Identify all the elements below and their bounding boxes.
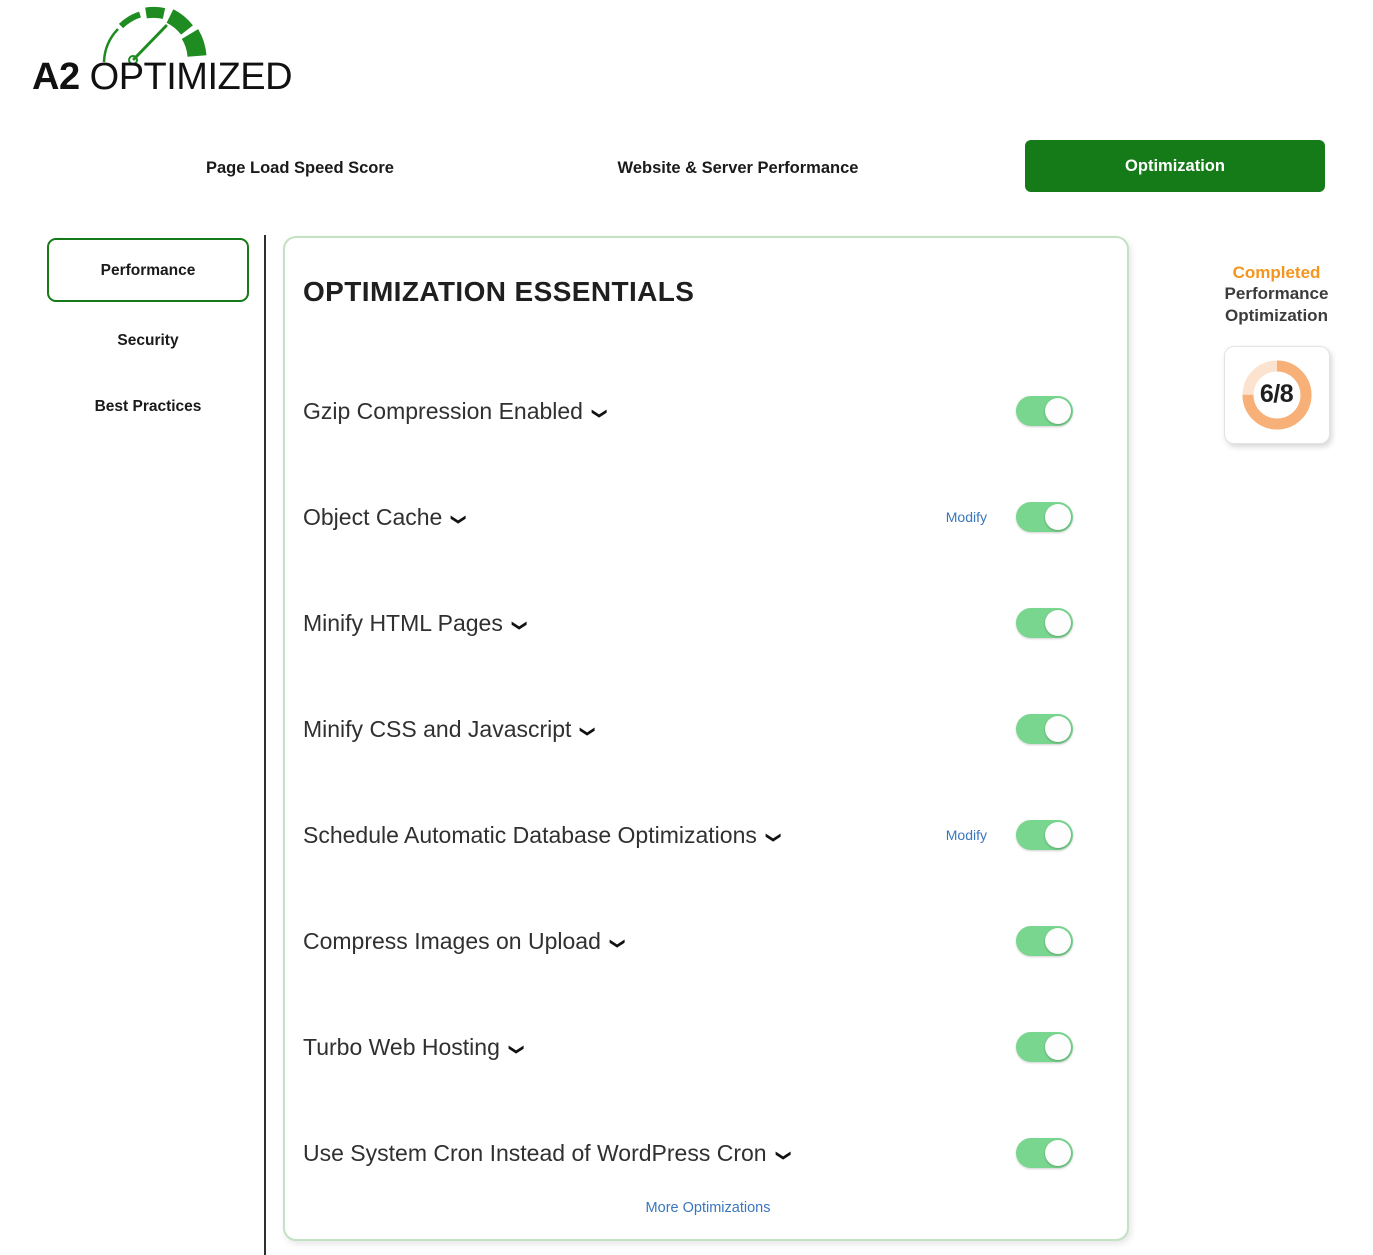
toggle-knob xyxy=(1045,504,1071,530)
a2-optimized-dashboard: A2 OPTIMIZED Page Load Speed Score Websi… xyxy=(0,0,1373,1255)
header-tabs: Page Load Speed Score Website & Server P… xyxy=(0,140,1373,210)
optimization-row: Compress Images on Upload ❮ xyxy=(285,888,1131,994)
completion-donut-chart: 6/8 xyxy=(1238,356,1316,434)
optimization-row-label: Schedule Automatic Database Optimization… xyxy=(303,821,781,849)
optimization-row: Use System Cron Instead of WordPress Cro… xyxy=(285,1100,1131,1206)
optimization-list: Gzip Compression Enabled ❮ Object Cache ❮ Mo… xyxy=(285,358,1131,1206)
toggle-knob xyxy=(1045,610,1071,636)
toggle-knob xyxy=(1045,716,1071,742)
chevron-down-icon[interactable]: ❮ xyxy=(510,619,527,632)
chevron-down-icon[interactable]: ❮ xyxy=(608,937,625,950)
chevron-down-icon[interactable]: ❮ xyxy=(764,831,781,844)
app-logo: A2 OPTIMIZED xyxy=(32,4,332,104)
optimization-toggle[interactable] xyxy=(1016,1032,1073,1062)
optimization-row: Turbo Web Hosting ❮ xyxy=(285,994,1131,1100)
status-subtitle-line1: Performance xyxy=(1224,284,1329,304)
chevron-down-icon[interactable]: ❮ xyxy=(507,1043,524,1056)
more-optimizations-link[interactable]: More Optimizations xyxy=(646,1200,771,1216)
optimization-label-text: Schedule Automatic Database Optimization… xyxy=(303,821,757,848)
sidebar-item-security[interactable]: Security xyxy=(47,330,249,352)
logo-text-secondary: OPTIMIZED xyxy=(79,56,293,98)
optimization-label-text: Minify HTML Pages xyxy=(303,609,503,636)
optimization-toggle[interactable] xyxy=(1016,714,1073,744)
chevron-down-icon[interactable]: ❮ xyxy=(773,1149,790,1162)
modify-link[interactable]: Modify xyxy=(946,827,987,843)
optimization-row: Schedule Automatic Database Optimization… xyxy=(285,782,1131,888)
optimization-label-text: Compress Images on Upload xyxy=(303,927,601,954)
optimization-label-text: Gzip Compression Enabled xyxy=(303,397,583,424)
optimization-row-label: Use System Cron Instead of WordPress Cro… xyxy=(303,1139,790,1167)
optimization-label-text: Object Cache xyxy=(303,503,443,530)
sidebar-item-performance[interactable]: Performance xyxy=(47,238,249,302)
optimization-row-label: Minify HTML Pages ❮ xyxy=(303,609,527,637)
optimization-toggle[interactable] xyxy=(1016,1138,1073,1168)
score-card: 6/8 xyxy=(1223,345,1330,444)
toggle-knob xyxy=(1045,928,1071,954)
chevron-down-icon[interactable]: ❮ xyxy=(590,407,607,420)
tab-page-load-speed-score[interactable]: Page Load Speed Score xyxy=(110,157,490,181)
toggle-knob xyxy=(1045,1034,1071,1060)
optimization-toggle[interactable] xyxy=(1016,608,1073,638)
optimization-row-label: Minify CSS and Javascript ❮ xyxy=(303,715,595,743)
status-panel: Completed Performance Optimization 6/8 xyxy=(1180,262,1373,444)
optimization-row-label: Compress Images on Upload ❮ xyxy=(303,927,625,955)
tab-website-server-performance[interactable]: Website & Server Performance xyxy=(570,157,906,181)
optimization-row-label: Turbo Web Hosting ❮ xyxy=(303,1033,524,1061)
sidebar-item-best-practices[interactable]: Best Practices xyxy=(47,396,249,418)
optimization-label-text: Turbo Web Hosting xyxy=(303,1033,500,1060)
tab-optimization[interactable]: Optimization xyxy=(1025,140,1325,192)
logo-text-primary: A2 xyxy=(32,56,80,98)
optimization-row: Minify CSS and Javascript ❮ xyxy=(285,676,1131,782)
status-subtitle-line2: Optimization xyxy=(1225,305,1328,325)
optimization-row: Object Cache ❮ Modify xyxy=(285,464,1131,570)
optimization-row: Minify HTML Pages ❮ xyxy=(285,570,1131,676)
optimization-toggle[interactable] xyxy=(1016,926,1073,956)
optimization-toggle[interactable] xyxy=(1016,502,1073,532)
optimization-row: Gzip Compression Enabled ❮ xyxy=(285,358,1131,464)
optimization-label-text: Minify CSS and Javascript xyxy=(303,715,572,742)
sidebar: Performance Security Best Practices xyxy=(0,235,265,1255)
score-value: 6/8 xyxy=(1259,380,1294,409)
status-badge: Completed xyxy=(1232,263,1321,282)
card-footer: More Optimizations xyxy=(285,1199,1131,1217)
optimization-toggle[interactable] xyxy=(1016,396,1073,426)
optimization-toggle[interactable] xyxy=(1016,820,1073,850)
optimization-row-label: Object Cache ❮ xyxy=(303,503,466,531)
optimization-row-label: Gzip Compression Enabled ❮ xyxy=(303,397,607,425)
chevron-down-icon[interactable]: ❮ xyxy=(578,725,595,738)
sidebar-divider xyxy=(264,235,266,1255)
toggle-knob xyxy=(1045,1140,1071,1166)
optimization-label-text: Use System Cron Instead of WordPress Cro… xyxy=(303,1139,767,1166)
modify-link[interactable]: Modify xyxy=(946,509,987,525)
chevron-down-icon[interactable]: ❮ xyxy=(449,513,466,526)
optimization-essentials-card: OPTIMIZATION ESSENTIALS Gzip Compression… xyxy=(283,236,1129,1241)
toggle-knob xyxy=(1045,822,1071,848)
toggle-knob xyxy=(1045,398,1071,424)
card-title: OPTIMIZATION ESSENTIALS xyxy=(303,276,695,307)
logo-wordmark: A2 OPTIMIZED xyxy=(32,56,293,99)
